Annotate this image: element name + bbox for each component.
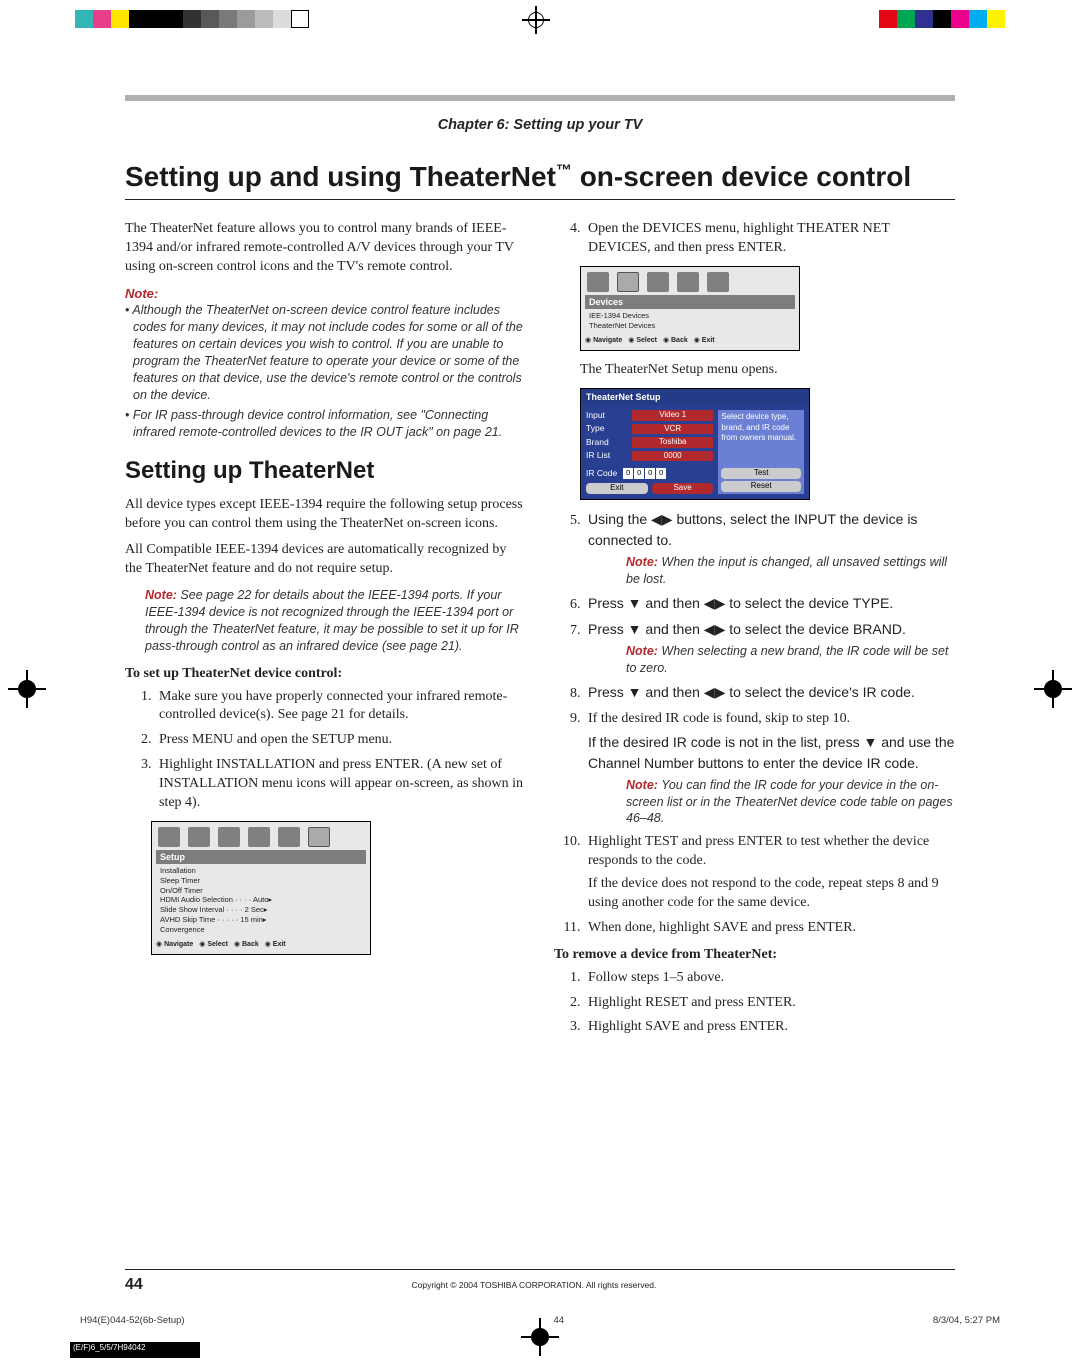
step-10: Highlight TEST and press ENTER to test w… (584, 833, 955, 913)
file-info-mid: 44 (553, 1315, 564, 1326)
procedure-heading: To set up TheaterNet device control: (125, 665, 526, 684)
note-item: For IR pass-through device control infor… (125, 407, 526, 441)
step-6: Press ▼ and then ◀▶ to select the device… (584, 594, 955, 615)
exit-button: Exit (586, 483, 648, 494)
title-post: on-screen device control (572, 161, 911, 192)
file-info-right: 8/3/04, 5:27 PM (933, 1315, 1000, 1326)
page-title: Setting up and using TheaterNet™ on-scre… (125, 161, 955, 200)
procedure-heading: To remove a device from TheaterNet: (554, 946, 955, 965)
black-strip: (E/F)6_5/5/7H94042 (70, 1342, 200, 1358)
register-cross-top (522, 6, 550, 34)
column-right: Open the DEVICES menu, highlight THEATER… (554, 220, 955, 1045)
section-heading: Setting up TheaterNet (125, 455, 526, 487)
setup-menu-screenshot: Setup InstallationSleep TimerOn/Off Time… (151, 821, 371, 955)
note-text: See page 22 for details about the IEEE-1… (145, 588, 519, 653)
save-button: Save (652, 483, 714, 494)
note-heading: Note: (125, 285, 526, 303)
step-11: When done, highlight SAVE and press ENTE… (584, 919, 955, 938)
step-5: Using the ◀▶ buttons, select the INPUT t… (584, 510, 955, 588)
file-info-line: H94(E)044-52(6b-Setup) 44 8/3/04, 5:27 P… (80, 1315, 1000, 1326)
steps-list: Using the ◀▶ buttons, select the INPUT t… (584, 510, 955, 938)
step-9: If the desired IR code is found, skip to… (584, 710, 955, 827)
step-item: Highlight SAVE and press ENTER. (584, 1018, 955, 1037)
step-7: Press ▼ and then ◀▶ to select the device… (584, 620, 955, 677)
step-item: Highlight RESET and press ENTER. (584, 994, 955, 1013)
steps-list: Follow steps 1–5 above. Highlight RESET a… (584, 969, 955, 1038)
menu-items: IEE-1394 DevicesTheaterNet Devices (585, 309, 795, 335)
caption: The TheaterNet Setup menu opens. (580, 361, 955, 380)
body-text: All Compatible IEEE-1394 devices are aut… (125, 541, 526, 579)
step-item: Make sure you have properly connected yo… (155, 688, 526, 726)
note-list: Although the TheaterNet on-screen device… (125, 302, 526, 441)
trademark-symbol: ™ (556, 163, 572, 180)
step-item: Highlight INSTALLATION and press ENTER. … (155, 756, 526, 813)
chapter-heading: Chapter 6: Setting up your TV (125, 117, 955, 133)
menu-tab: Devices (585, 295, 795, 309)
indent-note: Note: See page 22 for details about the … (145, 587, 526, 655)
title-pre: Setting up and using TheaterNet (125, 161, 556, 192)
print-register-top (0, 0, 1080, 60)
header-rule (125, 95, 955, 101)
register-mark-left (8, 670, 46, 708)
column-left: The TheaterNet feature allows you to con… (125, 220, 526, 1045)
step-item: Press MENU and open the SETUP menu. (155, 731, 526, 750)
note-label: Note: (145, 588, 177, 602)
reset-button: Reset (721, 481, 801, 492)
copyright: Copyright © 2004 TOSHIBA CORPORATION. Al… (411, 1280, 656, 1290)
menu-items: InstallationSleep TimerOn/Off TimerHDMI … (156, 864, 366, 938)
page-content: Chapter 6: Setting up your TV Setting up… (125, 95, 955, 1294)
note-item: Although the TheaterNet on-screen device… (125, 302, 526, 403)
ircode-label: IR Code (586, 468, 617, 479)
theaternet-setup-screenshot: TheaterNet Setup InputVideo 1TypeVCRBran… (580, 388, 810, 500)
note-block: Note: Although the TheaterNet on-screen … (125, 285, 526, 442)
ircode-digits: 0000 (623, 468, 666, 478)
register-mark-right (1034, 670, 1072, 708)
test-button: Test (721, 468, 801, 479)
step-8: Press ▼ and then ◀▶ to select the device… (584, 683, 955, 704)
page-footer: 44 Copyright © 2004 TOSHIBA CORPORATION.… (125, 1269, 955, 1294)
page-number: 44 (125, 1276, 143, 1294)
file-info-left: H94(E)044-52(6b-Setup) (80, 1315, 185, 1326)
color-swatches-right (879, 10, 1005, 28)
devices-menu-screenshot: Devices IEE-1394 DevicesTheaterNet Devic… (580, 266, 800, 351)
menu-tab: Setup (156, 850, 366, 864)
help-text: Select device type, brand, and IR code f… (721, 412, 801, 444)
popup-title: TheaterNet Setup (581, 389, 809, 405)
steps-list: Make sure you have properly connected yo… (155, 688, 526, 813)
steps-list: Open the DEVICES menu, highlight THEATER… (584, 220, 955, 258)
step-4: Open the DEVICES menu, highlight THEATER… (584, 220, 955, 258)
menu-navbar: ◉ Navigate◉ Select◉ Back◉ Exit (156, 938, 366, 949)
step-item: Follow steps 1–5 above. (584, 969, 955, 988)
body-text: All device types except IEEE-1394 requir… (125, 496, 526, 534)
color-swatches-left (75, 10, 309, 28)
intro-paragraph: The TheaterNet feature allows you to con… (125, 220, 526, 277)
help-panel: Select device type, brand, and IR code f… (718, 410, 804, 494)
menu-navbar: ◉ Navigate◉ Select◉ Back◉ Exit (585, 334, 795, 345)
